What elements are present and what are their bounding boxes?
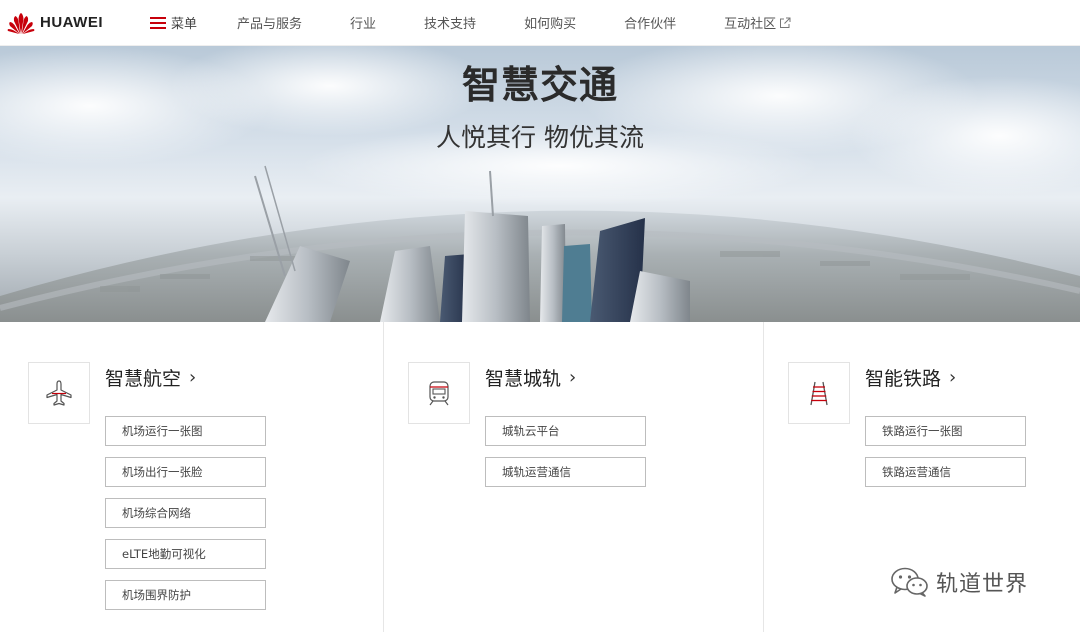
nav-products-services[interactable]: 产品与服务 [237,0,302,46]
link-airport-face-travel[interactable]: 机场出行一张脸 [105,457,266,487]
nav-community-label: 互动社区 [724,17,777,32]
link-airport-perimeter[interactable]: 机场围界防护 [105,580,266,610]
nav-industry[interactable]: 行业 [350,0,376,46]
chevron-right-icon: › [189,367,197,388]
watermark: 轨道世界 [890,566,1028,598]
huawei-logo[interactable]: HUAWEI [6,0,136,46]
chevron-right-icon: › [569,367,577,388]
menu-button[interactable]: 菜单 [150,13,197,32]
nav-items: 产品与服务 行业 技术支持 如何购买 合作伙伴 互动社区 [237,0,791,46]
watermark-text: 轨道世界 [936,572,1029,597]
wechat-icon [891,567,928,597]
menu-label: 菜单 [171,17,198,32]
nav-partners[interactable]: 合作伙伴 [624,0,676,46]
hamburger-icon [150,16,166,29]
external-link-icon [780,17,791,28]
airplane-icon [28,362,90,424]
link-railway-operation-map[interactable]: 铁路运行一张图 [865,416,1026,446]
hero-subtitle: 人悦其行 物优其流 [436,123,644,152]
card-smart-urban-rail: 智慧城轨 › 城轨云平台 城轨运营通信 [384,322,764,632]
metro-train-icon [408,362,470,424]
brand-name: HUAWEI [40,14,103,31]
top-navigation: HUAWEI 菜单 产品与服务 行业 技术支持 如何购买 合作伙伴 互动社区 [0,0,1080,46]
card-title-label: 智慧城轨 [485,368,562,390]
nav-tech-support[interactable]: 技术支持 [424,0,476,46]
card-title-label: 智能铁路 [865,368,942,390]
card-smart-aviation: 智慧航空 › 机场运行一张图 机场出行一张脸 机场综合网络 eLTE地勤可视化 … [4,322,384,632]
link-elte-ground-service[interactable]: eLTE地勤可视化 [105,539,266,569]
hero-banner: 智慧交通 人悦其行 物优其流 [0,46,1080,322]
card-title-smart-urban-rail[interactable]: 智慧城轨 › [485,364,576,391]
nav-community[interactable]: 互动社区 [724,0,791,46]
chevron-right-icon: › [949,367,957,388]
card-title-label: 智慧航空 [105,368,182,390]
nav-how-to-buy[interactable]: 如何购买 [524,0,576,46]
railway-track-icon [788,362,850,424]
link-airport-operation-map[interactable]: 机场运行一张图 [105,416,266,446]
link-airport-network[interactable]: 机场综合网络 [105,498,266,528]
link-urban-rail-cloud[interactable]: 城轨云平台 [485,416,646,446]
hero-title: 智慧交通 [461,63,618,107]
card-title-smart-aviation[interactable]: 智慧航空 › [105,364,196,391]
huawei-flower-icon [7,12,35,34]
link-railway-communication[interactable]: 铁路运营通信 [865,457,1026,487]
card-title-smart-railway[interactable]: 智能铁路 › [865,364,956,391]
link-urban-rail-communication[interactable]: 城轨运营通信 [485,457,646,487]
